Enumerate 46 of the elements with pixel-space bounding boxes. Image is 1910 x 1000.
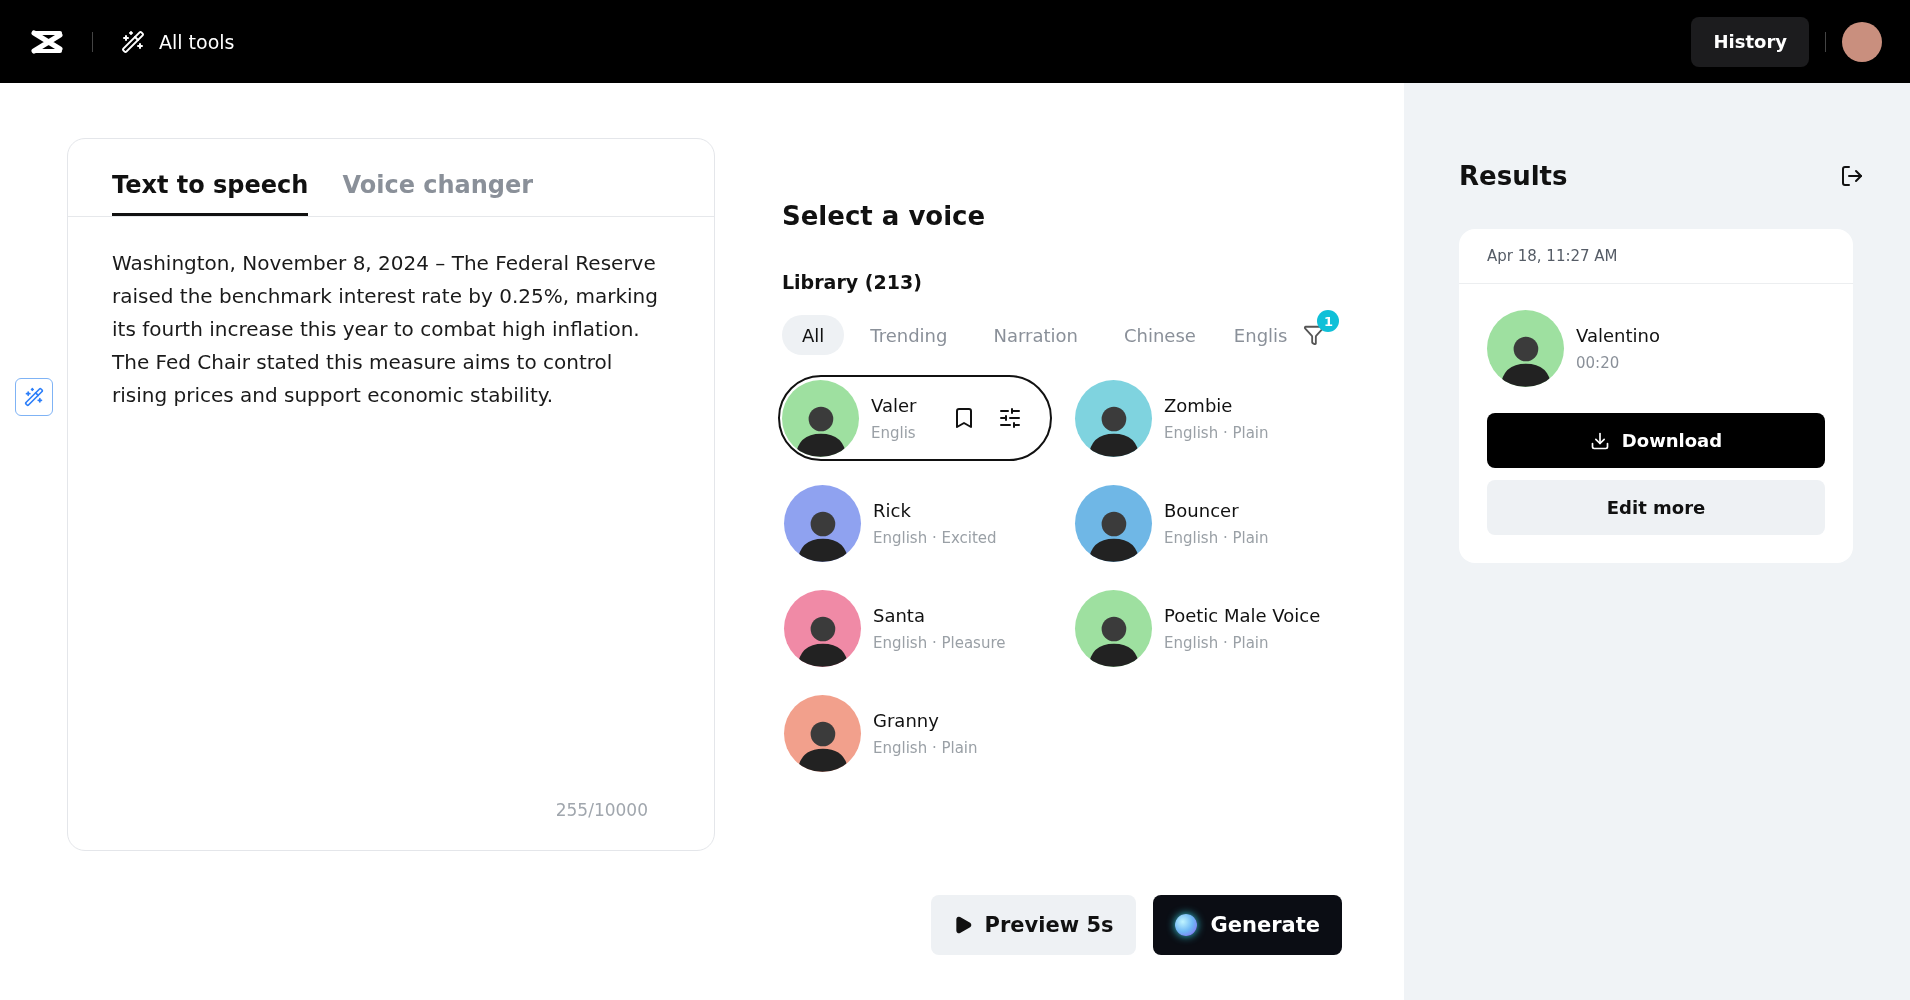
section-title: Select a voice [782, 201, 987, 231]
voice-item[interactable]: Bouncer English · Plain [1073, 480, 1343, 566]
result-date: Apr 18, 11:27 AM [1459, 229, 1853, 284]
voice-details: English · Plain [873, 738, 978, 757]
filter-chip[interactable]: All [782, 315, 845, 355]
tab[interactable]: Text to speech [112, 171, 309, 216]
text-input[interactable]: Washington, November 8, 2024 – The Federal Reserve raised the benchmark interest rate by 0.25%, marking its fourth increase this year to combat high inflation. The Fed Chair stated this measure aims to control rising prices and support economic stability. [68, 217, 714, 800]
all-tools-link[interactable]: All tools [121, 29, 235, 54]
collapse-panel-icon[interactable] [1840, 164, 1864, 188]
magic-wand-icon [121, 29, 145, 54]
sliders-icon[interactable] [998, 406, 1023, 430]
voice-name: Bouncer [1164, 499, 1240, 521]
voice-details: English · Plain [1164, 528, 1269, 547]
voice-item[interactable]: Poetic Male Voice English · Plain [1073, 585, 1343, 671]
voice-name: Valer [871, 394, 917, 416]
voice-name: Valentino [1576, 325, 1660, 346]
library-heading: Library (213) [782, 271, 923, 293]
logo-icon[interactable] [30, 28, 64, 55]
voice-item[interactable]: Valer Englis [778, 375, 1052, 461]
character-counter: 255/10000 [555, 800, 649, 822]
voice-item[interactable]: Granny English · Plain [782, 690, 1073, 776]
history-button[interactable]: History [1691, 16, 1809, 67]
voice-details: Englis [871, 423, 917, 442]
preview-button[interactable]: Preview 5s [930, 895, 1136, 955]
voice-details: English · Pleasure [873, 633, 1006, 652]
voice-item[interactable]: Santa English · Pleasure [782, 585, 1073, 671]
magic-wand-icon [23, 387, 44, 407]
download-button[interactable]: Download [1487, 413, 1825, 468]
voice-name: Granny [873, 709, 940, 731]
voice-item[interactable]: Zombie English · Plain [1073, 375, 1343, 461]
magic-edit-button[interactable] [14, 378, 53, 416]
voice-details: English · Excited [873, 528, 997, 547]
audio-duration: 00:20 [1576, 354, 1621, 372]
voice-name: Poetic Male Voice [1164, 604, 1321, 626]
generate-button[interactable]: Generate [1152, 895, 1342, 955]
voice-name: Santa [873, 604, 926, 626]
filter-count-badge: 1 [1317, 310, 1340, 332]
download-icon [1589, 430, 1610, 451]
voice-details: English · Plain [1164, 633, 1270, 652]
voice-name: Rick [873, 499, 912, 521]
voice-details: English · Plain [1164, 423, 1269, 442]
profile-avatar[interactable] [1842, 21, 1882, 62]
voice-name: Zombie [1164, 394, 1234, 416]
edit-more-button[interactable]: Edit more [1487, 480, 1825, 535]
results-title: Results [1459, 161, 1568, 191]
voice-item[interactable]: Rick English · Excited [782, 480, 1073, 566]
